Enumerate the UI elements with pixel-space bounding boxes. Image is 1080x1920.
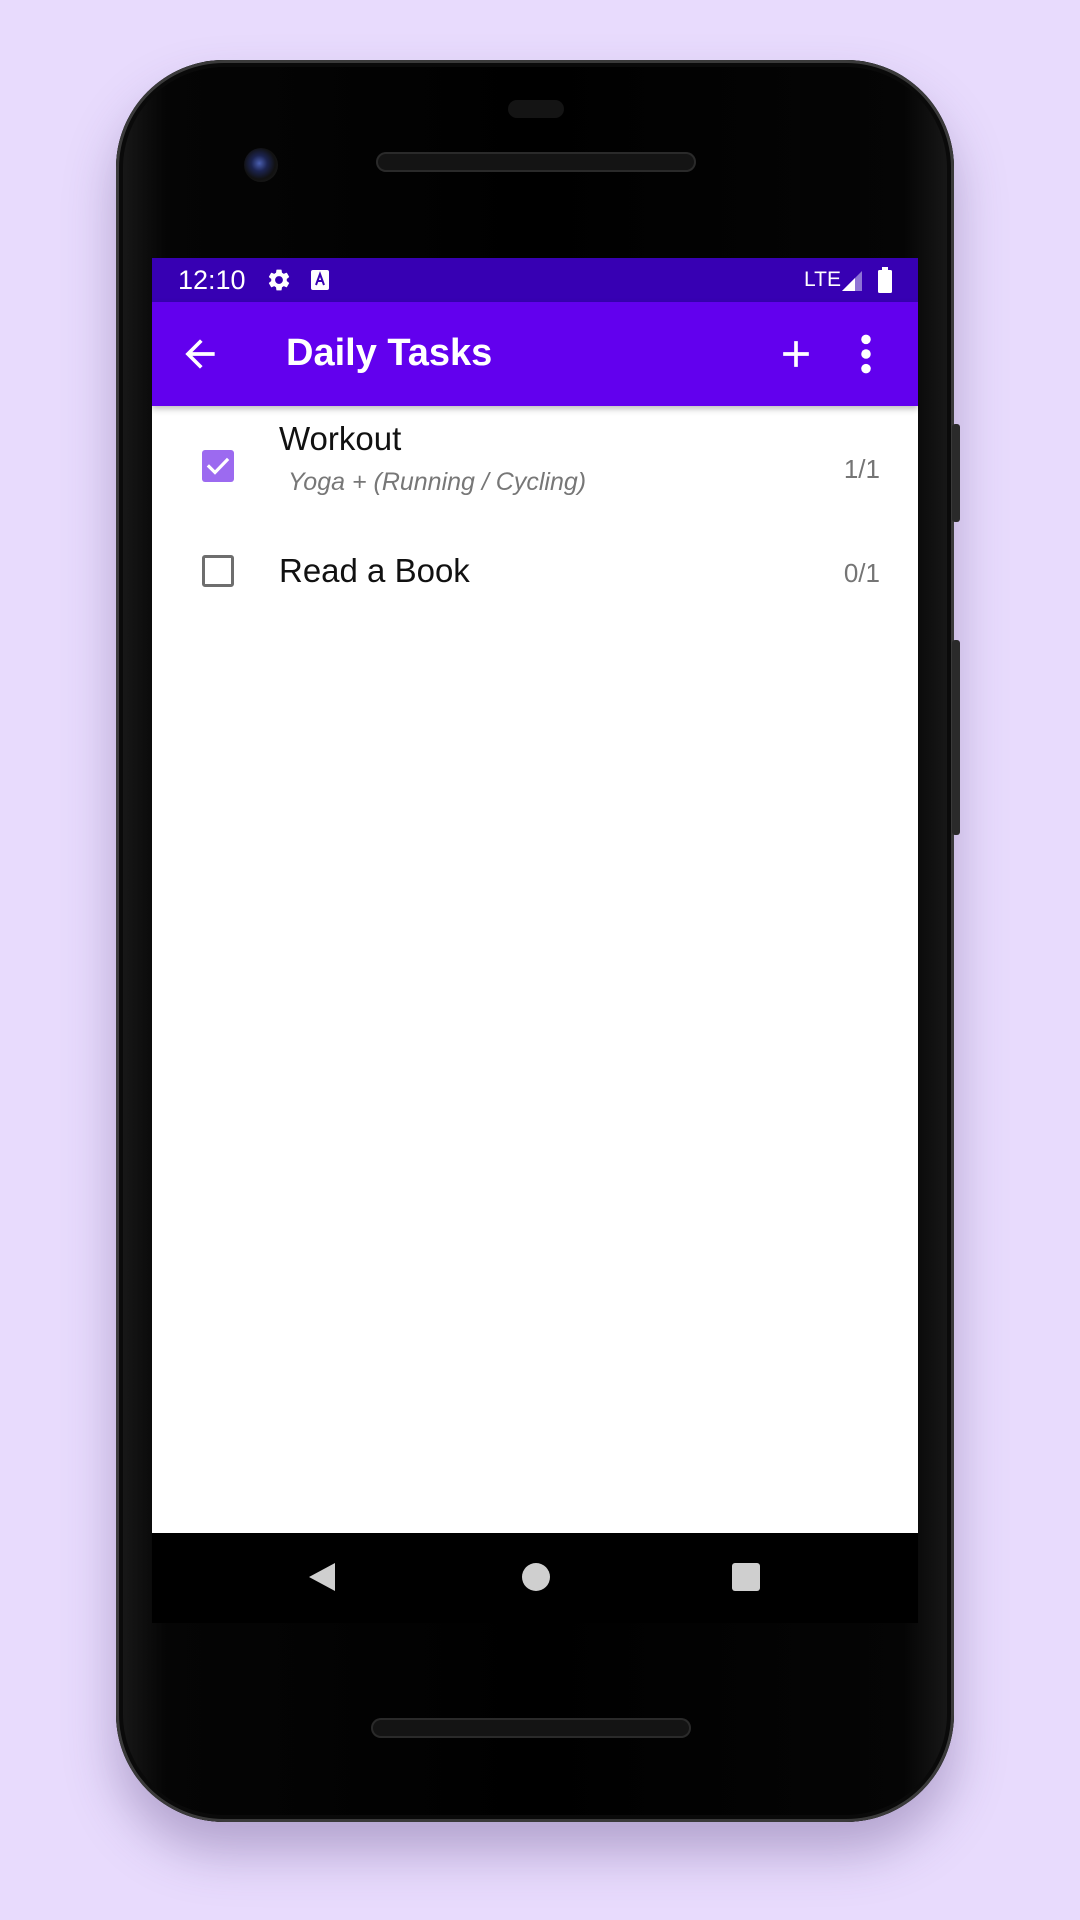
task-row-workout[interactable]: Workout Yoga + (Running / Cycling) 1/1	[152, 406, 918, 514]
volume-button	[952, 424, 960, 522]
task-checkbox-checked[interactable]	[202, 450, 234, 482]
task-count: 0/1	[843, 558, 880, 588]
status-time: 12:10	[178, 265, 246, 295]
task-title: Workout	[279, 420, 402, 457]
more-vert-icon[interactable]	[856, 332, 876, 376]
task-title: Read a Book	[279, 552, 470, 589]
task-checkbox-unchecked[interactable]	[202, 555, 234, 587]
status-bar: 12:10 LTE	[152, 258, 918, 302]
earpiece	[508, 100, 564, 118]
check-icon	[206, 457, 230, 475]
arrow-left-icon[interactable]	[178, 332, 222, 376]
nav-recents-icon[interactable]	[732, 1563, 760, 1591]
plus-icon[interactable]	[774, 332, 818, 376]
signal-icon	[842, 271, 862, 291]
page-title: Daily Tasks	[286, 332, 493, 374]
nav-home-icon[interactable]	[522, 1563, 550, 1591]
gear-icon	[268, 269, 290, 291]
app-screen: 12:10 LTE Daily Tasks Workout Yoga + (Ru…	[152, 258, 918, 1533]
battery-icon	[878, 267, 892, 293]
keyboard-a-icon	[311, 270, 329, 290]
nav-back-icon[interactable]	[307, 1561, 337, 1593]
task-subtitle: Yoga + (Running / Cycling)	[288, 468, 587, 496]
network-type: LTE	[804, 268, 841, 291]
top-speaker	[376, 152, 696, 172]
system-nav-bar	[152, 1533, 918, 1623]
task-count: 1/1	[843, 454, 880, 484]
app-bar: Daily Tasks	[152, 302, 918, 406]
power-button	[952, 640, 960, 835]
bottom-speaker	[371, 1718, 691, 1738]
task-row-read-a-book[interactable]: Read a Book 0/1	[152, 514, 918, 604]
front-camera	[244, 148, 278, 182]
